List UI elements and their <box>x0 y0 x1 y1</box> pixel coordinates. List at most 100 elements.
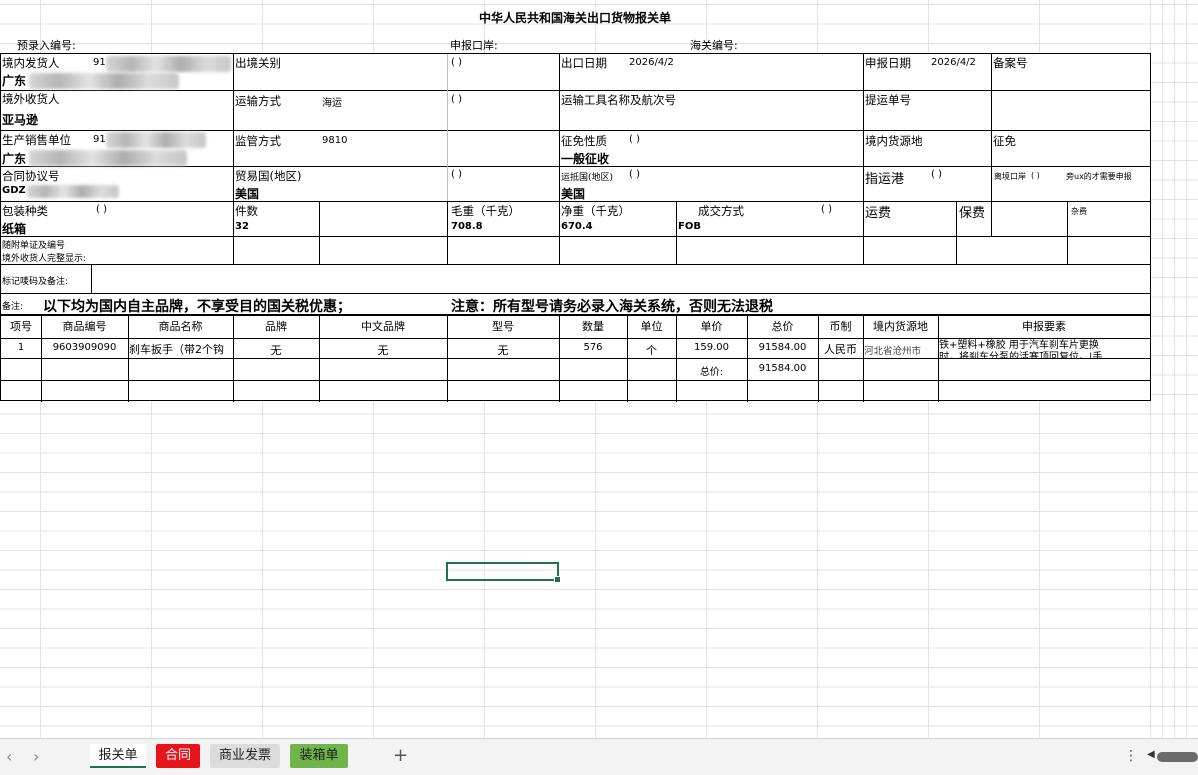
contract-label[interactable]: 合同协议号 <box>2 168 60 184</box>
package-paren[interactable]: ( ) <box>96 204 107 215</box>
trade-country-label[interactable]: 贸易国(地区) <box>235 168 301 184</box>
col-header-qty[interactable]: 数量 <box>559 318 627 334</box>
cell-elements-line2[interactable]: 时，将刹车分泵的活塞顶回复位。|手 <box>939 348 1149 358</box>
cell-model[interactable]: 无 <box>447 342 559 358</box>
departure-port-label[interactable]: 离境口岸 <box>994 171 1026 182</box>
cell-qty[interactable]: 576 <box>559 342 627 353</box>
dest-country-label[interactable]: 运抵国(地区) <box>561 170 613 183</box>
levy-nature-paren[interactable]: ( ) <box>629 134 640 145</box>
remark-label[interactable]: 备注: <box>2 299 23 312</box>
consignee-label[interactable]: 境外收货人 <box>2 91 60 107</box>
scrollbar-thumb[interactable] <box>1157 752 1198 762</box>
col-header-total[interactable]: 总价 <box>747 318 818 334</box>
exit-customs-paren[interactable]: ( ) <box>451 57 462 68</box>
dest-port-label[interactable]: 指运港 <box>865 168 904 187</box>
customs-no-label[interactable]: 海关编号: <box>690 37 738 53</box>
cell-brand[interactable]: 无 <box>233 342 319 358</box>
levy-nature-label[interactable]: 征免性质 <box>561 133 607 149</box>
scroll-left-icon[interactable]: ◀ <box>1147 749 1155 760</box>
shipper-name[interactable]: 广东 <box>2 72 26 89</box>
gross-weight-label[interactable]: 毛重（千克） <box>451 203 520 219</box>
producer-code[interactable]: 91 <box>93 134 106 145</box>
transport-tool-label[interactable]: 运输工具名称及航次号 <box>561 92 676 108</box>
producer-label[interactable]: 生产销售单位 <box>2 132 71 148</box>
shipper-code[interactable]: 91 <box>93 57 106 68</box>
total-value[interactable]: 91584.00 <box>747 363 818 374</box>
notice-model[interactable]: 注意：所有型号请务必录入海关系统，否则无法退税 <box>451 296 773 316</box>
col-header-elements[interactable]: 申报要素 <box>938 318 1150 334</box>
dest-country[interactable]: 美国 <box>561 185 585 202</box>
cell-cn-brand[interactable]: 无 <box>319 342 447 358</box>
trade-country[interactable]: 美国 <box>235 185 259 202</box>
col-header-currency[interactable]: 币制 <box>818 318 863 334</box>
selected-cell[interactable] <box>446 562 561 583</box>
declare-date-label[interactable]: 申报日期 <box>865 55 911 71</box>
next-sheet-icon[interactable]: › <box>33 747 39 766</box>
total-label[interactable]: 总价: <box>676 363 747 378</box>
shipper-label[interactable]: 境内发货人 <box>2 55 60 71</box>
dest-country-paren[interactable]: ( ) <box>629 169 640 180</box>
export-date-label[interactable]: 出口日期 <box>561 55 607 71</box>
tab-packing-list[interactable]: 装箱单 <box>290 744 348 768</box>
pieces[interactable]: 32 <box>235 221 249 232</box>
add-sheet-icon[interactable]: + <box>393 745 408 766</box>
col-header-item-no[interactable]: 项号 <box>1 318 41 334</box>
declare-date[interactable]: 2026/4/2 <box>931 57 976 68</box>
consignee[interactable]: 亚马逊 <box>2 111 38 128</box>
contract-no[interactable]: GDZ <box>2 185 26 196</box>
gross-weight[interactable]: 708.8 <box>451 221 483 232</box>
col-header-brand[interactable]: 品牌 <box>233 318 319 334</box>
cell-hs-code[interactable]: 9603909090 <box>41 342 128 353</box>
exemption-label[interactable]: 征免 <box>993 133 1016 149</box>
entry-no-label[interactable]: 预录入编号: <box>17 37 76 53</box>
col-header-unit-price[interactable]: 单价 <box>676 318 747 334</box>
package[interactable]: 纸箱 <box>2 220 26 237</box>
deal-mode[interactable]: FOB <box>678 221 701 232</box>
deal-label[interactable]: 成交方式 <box>698 203 744 219</box>
cell-name[interactable]: 刹车扳手（带2个钩 <box>129 341 233 357</box>
col-header-unit[interactable]: 单位 <box>627 318 676 334</box>
cell-total[interactable]: 91584.00 <box>747 342 818 353</box>
tab-commercial-invoice[interactable]: 商业发票 <box>210 744 280 768</box>
port-label[interactable]: 申报口岸: <box>450 37 498 53</box>
prev-sheet-icon[interactable]: ‹ <box>6 747 12 766</box>
tab-customs-declaration[interactable]: 报关单 <box>90 744 146 768</box>
levy-nature[interactable]: 一般征收 <box>561 150 609 167</box>
col-header-model[interactable]: 型号 <box>447 318 559 334</box>
insurance-label[interactable]: 保费 <box>959 202 985 221</box>
horizontal-scrollbar[interactable]: ◀ <box>1147 749 1198 764</box>
trade-country-paren[interactable]: ( ) <box>451 169 462 180</box>
freight-label[interactable]: 运费 <box>865 202 891 221</box>
pieces-label[interactable]: 件数 <box>235 203 258 219</box>
cell-unit[interactable]: 个 <box>627 342 676 358</box>
cell-currency[interactable]: 人民币 <box>818 341 863 357</box>
supervision-label[interactable]: 监管方式 <box>235 133 281 149</box>
dest-port-paren[interactable]: ( ) <box>931 169 942 180</box>
cell-item-no[interactable]: 1 <box>1 342 41 353</box>
transport-mode-paren[interactable]: ( ) <box>451 94 462 105</box>
departure-port-note[interactable]: 旁ux的才需要申报 <box>1066 171 1132 182</box>
form-title[interactable]: 中华人民共和国海关出口货物报关单 <box>0 9 1150 26</box>
buyer-full-label[interactable]: 境外收货人完整显示: <box>2 251 86 264</box>
docs-label[interactable]: 随附单证及编号 <box>2 238 65 251</box>
col-header-hs-code[interactable]: 商品编号 <box>41 318 128 334</box>
departure-port-paren[interactable]: ( ) <box>1031 171 1040 180</box>
col-header-origin[interactable]: 境内货源地 <box>863 318 938 334</box>
deal-paren[interactable]: ( ) <box>821 204 832 215</box>
net-weight[interactable]: 670.4 <box>561 221 593 232</box>
marks-label[interactable]: 标记唛码及备注: <box>2 274 68 287</box>
misc-label[interactable]: 杂费 <box>1071 206 1087 217</box>
cell-unit-price[interactable]: 159.00 <box>676 342 747 353</box>
exit-customs-label[interactable]: 出境关别 <box>235 55 281 71</box>
cell-origin[interactable]: 河北省沧州市 <box>864 343 938 357</box>
transport-mode[interactable]: 海运 <box>322 94 342 109</box>
notice-brand[interactable]: 以下均为国内自主品牌，不享受目的国关税优惠； <box>43 296 351 316</box>
col-header-cn-brand[interactable]: 中文品牌 <box>319 318 447 334</box>
net-weight-label[interactable]: 净重（千克） <box>561 203 630 219</box>
record-no-label[interactable]: 备案号 <box>993 55 1028 71</box>
export-date[interactable]: 2026/4/2 <box>629 57 674 68</box>
bill-no-label[interactable]: 提运单号 <box>865 92 911 108</box>
spreadsheet-sheet[interactable]: 中华人民共和国海关出口货物报关单 预录入编号: 申报口岸: 海关编号: 境内发货… <box>0 0 1198 738</box>
origin-place-label[interactable]: 境内货源地 <box>865 133 923 149</box>
col-header-name[interactable]: 商品名称 <box>128 318 233 334</box>
